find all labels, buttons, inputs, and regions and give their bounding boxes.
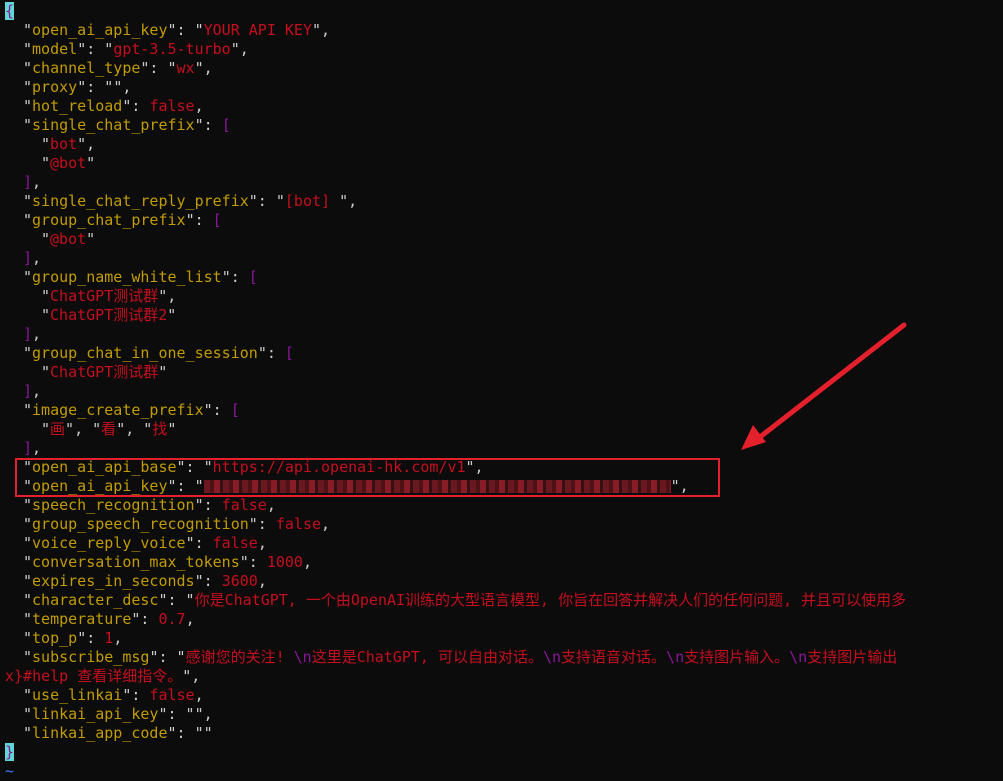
arrow-shaft [757, 322, 907, 440]
arrow-head [741, 425, 766, 450]
annotation-arrow-icon [741, 322, 907, 450]
